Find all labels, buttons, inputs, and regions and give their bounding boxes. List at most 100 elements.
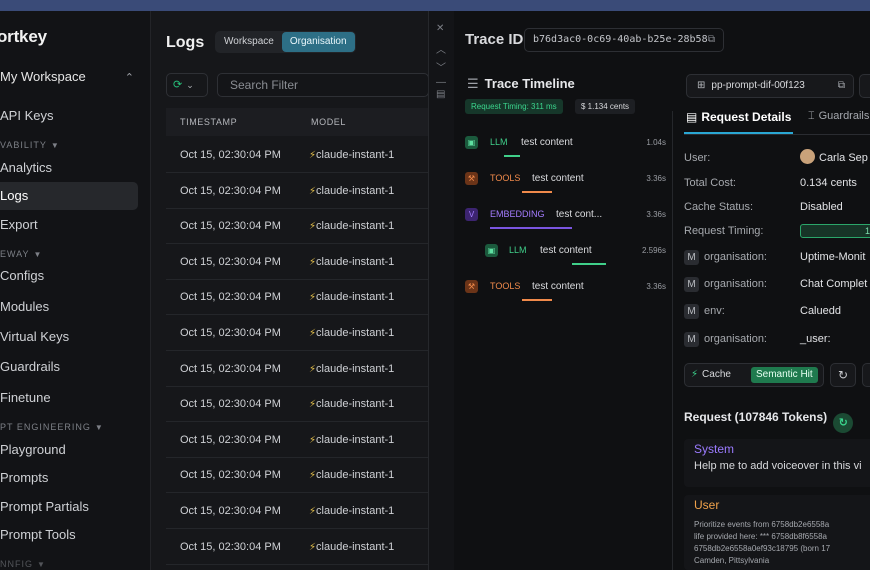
sidebar-item-prompt-tools[interactable]: Prompt Tools (0, 521, 138, 549)
sidebar-item-configs[interactable]: Configs (0, 262, 138, 290)
prompt-id-chip[interactable]: ⊞ pp-prompt-dif-00f123 ⧉ (686, 74, 854, 98)
embedding-icon: V (465, 208, 478, 221)
request-timing-badge: Request Timing: 311 ms (465, 99, 563, 114)
span-bar (522, 191, 552, 193)
metadata-badge: M (684, 304, 699, 319)
span-row[interactable]: ⚒ TOOLS test content 3.36s (454, 165, 670, 201)
table-row[interactable]: Oct 15, 02:30:04 PM ⚡claude-instant-1 (166, 174, 429, 209)
copy-icon[interactable]: ⧉ (708, 29, 715, 51)
minus-icon[interactable]: ― (436, 77, 446, 88)
chevron-up-icon[interactable]: ︿ (436, 41, 446, 56)
section-config[interactable]: NNFIG ▼ (0, 559, 46, 569)
row-timestamp: Oct 15, 02:30:04 PM (180, 505, 281, 517)
logs-pane: Logs Workspace Organisation ⟳ ⌄ Search Fi… (150, 11, 429, 570)
sidebar-item-prompts[interactable]: Prompts (0, 464, 138, 492)
tab-request-details[interactable]: ▤ Request Details (686, 110, 791, 124)
span-type: LLM (509, 245, 527, 255)
refresh-icon[interactable]: ↻ (833, 413, 854, 433)
table-row[interactable]: Oct 15, 02:30:04 PM ⚡claude-instant-1 (166, 316, 429, 351)
tab-label: Guardrails (818, 110, 870, 122)
sidebar-item-analytics[interactable]: Analytics (0, 154, 138, 182)
span-row[interactable]: ⚒ TOOLS test content 3.36s (454, 273, 670, 309)
cache-status-chip[interactable]: ⚡ Cache Semantic Hit (684, 363, 824, 387)
scope-workspace-button[interactable]: Workspace (216, 32, 282, 52)
span-type: TOOLS (490, 173, 521, 183)
table-row[interactable]: Oct 15, 02:30:04 PM ⚡claude-instant-1 (166, 494, 429, 529)
sidebar-item-guardrails[interactable]: Guardrails (0, 353, 138, 381)
metadata-value: Caluedd (800, 305, 841, 317)
sidebar: ortkey My Workspace ⌃ API Keys VABILITY ▼… (0, 11, 150, 570)
table-row[interactable]: Oct 15, 02:30:04 PM ⚡claude-instant-1 (166, 352, 429, 387)
section-gateway[interactable]: EWAY ▼ (0, 249, 42, 259)
row-timestamp: Oct 15, 02:30:04 PM (180, 184, 281, 197)
metadata-value: Chat Complet (800, 278, 868, 290)
search-input[interactable]: Search Filter (217, 73, 429, 97)
refresh-cache-button[interactable]: ↻ (830, 363, 856, 387)
row-model: ⚡claude-instant-1 (309, 541, 394, 553)
table-row[interactable]: Oct 15, 02:30:04 PM ⚡claude-instant-1 (166, 245, 429, 280)
row-model: ⚡claude-instant-1 (309, 185, 394, 197)
sidebar-item-playground[interactable]: Playground (0, 436, 138, 464)
trace-id-field[interactable]: b76d3ac0-0c69-40ab-b25e-28b58 ⧉ (524, 28, 724, 52)
lightning-icon: ⚡ (309, 363, 317, 375)
more-actions-button[interactable] (862, 363, 870, 387)
cache-icon: ⚡ (691, 369, 699, 380)
search-placeholder: Search Filter (230, 78, 299, 92)
sidebar-item-label: Virtual Keys (0, 329, 70, 344)
close-icon[interactable]: ✕ (436, 23, 444, 34)
table-row[interactable]: Oct 15, 02:30:04 PM ⚡claude-instant-1 (166, 530, 429, 565)
sidebar-item-label: Prompts (0, 470, 49, 485)
user-name: Carla Sep (819, 152, 868, 164)
tabs-divider (684, 134, 870, 135)
lightning-icon: ⚡ (309, 506, 317, 517)
span-row[interactable]: ▣ LLM test content 2.596s (454, 237, 670, 273)
scope-organisation-button[interactable]: Organisation (281, 32, 355, 52)
row-model: ⚡claude-instant-1 (309, 220, 394, 232)
sidebar-item-finetune[interactable]: Finetune (0, 384, 138, 412)
model-name: claude-instant-1 (316, 540, 395, 553)
row-timestamp: Oct 15, 02:30:04 PM (180, 362, 281, 375)
table-row[interactable]: Oct 15, 02:30:04 PM ⚡claude-instant-1 (166, 280, 429, 316)
span-row[interactable]: V EMBEDDING test cont... 3.36s (454, 201, 670, 237)
span-duration: 1.04s (646, 138, 666, 147)
table-row[interactable]: Oct 15, 02:30:04 PM ⚡claude-instant-1 (166, 387, 429, 423)
tab-label: Request Details (701, 110, 792, 124)
caret-down-icon: ▼ (94, 423, 104, 432)
table-row[interactable]: Oct 15, 02:30:04 PM ⚡claude-instant-1 (166, 138, 429, 173)
panel-icon[interactable]: ▤ (436, 89, 445, 100)
workspace-switcher[interactable]: My Workspace ⌃ (0, 69, 142, 91)
lightning-icon: ⚡ (309, 328, 317, 339)
lightning-icon: ⚡ (309, 434, 317, 446)
table-row[interactable]: Oct 15, 02:30:04 PM ⚡claude-instant-1 (166, 209, 429, 245)
sidebar-item-prompt-partials[interactable]: Prompt Partials (0, 493, 138, 521)
lightning-icon: ⚡ (309, 292, 317, 304)
metadata-value: _user: (800, 333, 831, 345)
sidebar-item-virtual-keys[interactable]: Virtual Keys (0, 323, 138, 351)
section-observability[interactable]: VABILITY ▼ (0, 140, 60, 150)
sidebar-item-export[interactable]: Export (0, 211, 138, 239)
refresh-button[interactable]: ⟳ ⌄ (166, 73, 208, 97)
row-timestamp: Oct 15, 02:30:04 PM (180, 433, 281, 446)
span-row[interactable]: ▣ LLM test content 1.04s (454, 129, 670, 165)
model-name: claude-instant-1 (316, 255, 395, 268)
external-link-icon[interactable]: ⧉ (838, 75, 845, 97)
window-top-bar (0, 0, 870, 11)
column-model[interactable]: MODEL (311, 117, 346, 127)
sidebar-item-api-keys[interactable]: API Keys (0, 102, 138, 130)
tab-guardrails[interactable]: ⌶ Guardrails (808, 110, 869, 123)
field-cache-value: Disabled (800, 201, 843, 213)
table-row[interactable]: Oct 15, 02:30:04 PM ⚡claude-instant-1 (166, 423, 429, 458)
more-button[interactable] (859, 74, 870, 98)
span-bar (522, 299, 552, 301)
section-prompt-engineering[interactable]: PT ENGINEERING ▼ (0, 422, 104, 432)
sidebar-item-modules[interactable]: Modules (0, 293, 138, 321)
row-timestamp: Oct 15, 02:30:04 PM (180, 149, 281, 161)
table-row[interactable]: Oct 15, 02:30:04 PM ⚡claude-instant-1 (166, 458, 429, 494)
column-timestamp[interactable]: TIMESTAMP (180, 117, 237, 127)
chevron-down-icon[interactable]: ﹀ (436, 59, 446, 74)
refresh-icon: ⟳ (173, 79, 183, 91)
caret-down-icon: ▼ (37, 560, 46, 569)
sidebar-item-label: Analytics (0, 160, 53, 175)
request-heading-text: Request (107846 Tokens) (684, 410, 828, 424)
sidebar-item-logs[interactable]: Logs (0, 182, 138, 210)
